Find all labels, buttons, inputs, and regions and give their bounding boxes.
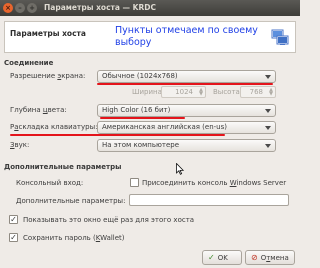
show-again-checkbox[interactable]: ✓ — [9, 215, 18, 224]
check-icon: ✓ — [10, 233, 17, 242]
spin-arrows-icon: ▲ ▼ — [199, 87, 203, 97]
color-depth-value: High Color (16 бит) — [102, 106, 171, 114]
annotation-underline-keyboard — [10, 134, 225, 136]
check-icon: ✓ — [208, 253, 215, 262]
cancel-button[interactable]: ⊘ Отмена — [245, 250, 295, 265]
keyboard-layout-label: Раскладка клавиатуры: — [10, 123, 98, 131]
annotation-line-2: выбору — [115, 37, 152, 48]
chevron-down-icon — [265, 126, 271, 130]
color-depth-label: Глубина цвета: — [10, 106, 67, 114]
show-again-label: Показывать это окно ещё раз для этого хо… — [23, 216, 195, 224]
annotation-underline-color — [100, 117, 185, 119]
save-password-label: Сохранить пароль (KWallet) — [23, 234, 125, 242]
height-spinbox: 768 ▲ ▼ — [240, 86, 276, 98]
annotation-note: Пункты отмечаем по своему выбору — [115, 25, 265, 49]
maximize-icon: + — [29, 4, 35, 12]
window-title: Параметры хоста — KRDC — [44, 3, 156, 12]
check-icon: ✓ — [10, 215, 17, 224]
connection-section-title: Соединение — [4, 59, 54, 67]
resolution-value: Обычное (1024x768) — [102, 72, 178, 80]
chevron-down-icon — [265, 109, 271, 113]
save-password-checkbox[interactable]: ✓ — [9, 233, 18, 242]
console-label: Консольный вход: — [16, 179, 84, 187]
annotation-underline-resolution — [97, 83, 273, 85]
attach-console-checkbox[interactable] — [130, 178, 139, 187]
extra-params-input[interactable] — [129, 194, 289, 206]
chevron-down-icon — [265, 75, 271, 79]
minimize-button[interactable]: – — [15, 3, 25, 13]
keyboard-layout-value: Американская английская (en-us) — [102, 123, 227, 131]
height-label: Высота: — [213, 88, 243, 96]
cancel-icon: ⊘ — [251, 253, 258, 262]
keyboard-layout-select[interactable]: Американская английская (en-us) — [97, 121, 276, 134]
resolution-label: Разрешение экрана: — [10, 72, 86, 80]
extra-params-label: Дополнительные параметры: — [16, 197, 126, 205]
mouse-cursor-icon — [176, 163, 184, 175]
maximize-button[interactable]: + — [27, 3, 37, 13]
resolution-select[interactable]: Обычное (1024x768) — [97, 70, 276, 83]
advanced-section-title: Дополнительные параметры — [4, 163, 122, 171]
minimize-icon: – — [18, 4, 22, 12]
attach-console-label: Присоединить консоль Windows Server — [142, 179, 287, 187]
banner-title: Параметры хоста — [10, 29, 86, 38]
sound-value: На этом компьютере — [102, 141, 180, 149]
sound-select[interactable]: На этом компьютере — [97, 139, 276, 152]
header-banner: Параметры хоста Пункты отмечаем по своем… — [4, 21, 296, 53]
title-bar: × – + Параметры хоста — KRDC — [0, 0, 300, 16]
close-icon: × — [5, 4, 11, 12]
remote-desktop-icon — [271, 29, 289, 45]
ok-button[interactable]: ✓ OK — [202, 250, 242, 265]
spin-arrows-icon: ▲ ▼ — [269, 87, 273, 97]
annotation-line-1: Пункты отмечаем по своему — [115, 25, 258, 36]
sound-label: Звук: — [10, 141, 30, 149]
width-label: Ширина: — [132, 88, 165, 96]
chevron-down-icon — [265, 144, 271, 148]
close-button[interactable]: × — [3, 3, 13, 13]
width-spinbox: 1024 ▲ ▼ — [161, 86, 206, 98]
color-depth-select[interactable]: High Color (16 бит) — [97, 104, 276, 117]
